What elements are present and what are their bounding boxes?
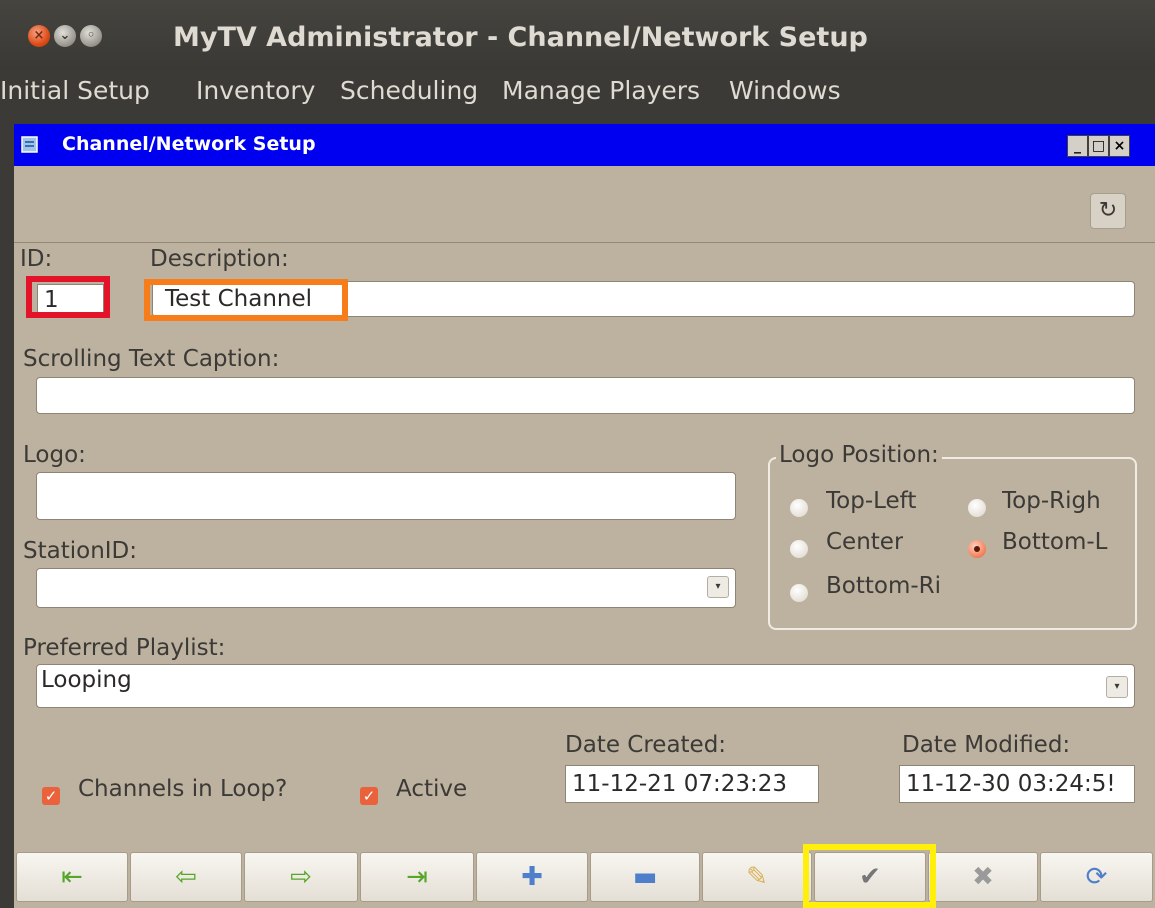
edit-record-button[interactable]: ✎ bbox=[702, 852, 812, 902]
dialog-toolbar: ↻ bbox=[14, 166, 1155, 243]
active-label: Active bbox=[396, 776, 468, 802]
first-record-button[interactable]: ⇤ bbox=[16, 852, 128, 902]
dialog-minimize-button[interactable]: _ bbox=[1067, 135, 1088, 157]
radio-selected-dot bbox=[974, 546, 980, 552]
window-close-button[interactable]: × bbox=[28, 25, 50, 47]
next-record-icon: ⇨ bbox=[290, 862, 312, 892]
channel-setup-window: Channel/Network Setup _ □ × ↻ ID: Descri… bbox=[14, 124, 1155, 908]
radio-center[interactable] bbox=[790, 540, 808, 558]
previous-record-button[interactable]: ⇦ bbox=[130, 852, 242, 902]
playlist-label: Preferred Playlist: bbox=[23, 635, 226, 661]
first-record-icon: ⇤ bbox=[61, 862, 83, 892]
menu-windows[interactable]: Windows bbox=[729, 76, 841, 105]
edit-icon: ✎ bbox=[746, 862, 768, 892]
dialog-close-button[interactable]: × bbox=[1109, 135, 1130, 157]
radio-bottom-left[interactable] bbox=[968, 540, 986, 558]
previous-record-icon: ⇦ bbox=[175, 862, 197, 892]
menu-scheduling[interactable]: Scheduling bbox=[340, 76, 478, 105]
add-record-button[interactable]: ✚ bbox=[476, 852, 588, 902]
logo-field[interactable] bbox=[36, 472, 736, 520]
radio-bottom-left-label: Bottom-L bbox=[1002, 529, 1108, 555]
document-icon bbox=[21, 136, 38, 153]
date-modified-field[interactable]: 11-12-30 03:24:5! bbox=[899, 765, 1135, 803]
delete-icon: ▬ bbox=[632, 862, 658, 892]
id-label: ID: bbox=[20, 246, 53, 272]
radio-center-label: Center bbox=[826, 529, 904, 555]
record-navigation-bar: ⇤ ⇦ ⇨ ⇥ ✚ ▬ ✎ ✔ ✖ ⟳ bbox=[14, 844, 1155, 908]
station-dropdown[interactable]: ▾ bbox=[36, 568, 736, 608]
checkmark-icon: ✓ bbox=[362, 787, 376, 805]
menu-inventory[interactable]: Inventory bbox=[196, 76, 315, 105]
menu-manage-players[interactable]: Manage Players bbox=[502, 76, 700, 105]
dialog-title: Channel/Network Setup bbox=[62, 133, 316, 155]
playlist-value: Looping bbox=[41, 667, 132, 693]
cancel-icon: ✖ bbox=[972, 862, 994, 892]
last-record-icon: ⇥ bbox=[406, 862, 428, 892]
dialog-maximize-button[interactable]: □ bbox=[1088, 135, 1109, 157]
next-record-button[interactable]: ⇨ bbox=[244, 852, 358, 902]
radio-bottom-right[interactable] bbox=[790, 584, 808, 602]
add-icon: ✚ bbox=[521, 862, 543, 892]
id-highlight bbox=[26, 276, 110, 318]
save-highlight bbox=[803, 844, 936, 908]
playlist-dropdown[interactable]: Looping ▾ bbox=[36, 664, 1135, 708]
description-highlight bbox=[144, 279, 348, 321]
window-title: MyTV Administrator - Channel/Network Set… bbox=[173, 22, 868, 53]
channels-in-loop-label: Channels in Loop? bbox=[78, 776, 288, 802]
dialog-titlebar: Channel/Network Setup _ □ × bbox=[14, 124, 1155, 166]
chevron-down-icon[interactable]: ▾ bbox=[1106, 676, 1128, 698]
logo-position-label: Logo Position: bbox=[776, 442, 942, 468]
refresh-button[interactable]: ↻ bbox=[1090, 193, 1126, 229]
chevron-down-icon[interactable]: ▾ bbox=[707, 576, 729, 598]
last-record-button[interactable]: ⇥ bbox=[360, 852, 474, 902]
window-minimize-button[interactable]: ⌄ bbox=[54, 25, 76, 47]
minimize-icon: ⌄ bbox=[59, 28, 71, 43]
close-icon: × bbox=[33, 28, 45, 43]
date-created-field[interactable]: 11-12-21 07:23:23 bbox=[565, 765, 819, 803]
menu-initial-setup[interactable]: Initial Setup bbox=[0, 76, 150, 105]
radio-top-right[interactable] bbox=[968, 499, 986, 517]
date-created-label: Date Created: bbox=[565, 732, 727, 758]
refresh-records-button[interactable]: ⟳ bbox=[1040, 852, 1153, 902]
refresh-icon: ⟳ bbox=[1085, 862, 1108, 892]
radio-top-left-label: Top-Left bbox=[826, 488, 917, 514]
checkmark-icon: ✓ bbox=[44, 787, 58, 805]
window-maximize-button[interactable]: ◦ bbox=[80, 25, 102, 47]
active-checkbox[interactable]: ✓ bbox=[360, 787, 378, 805]
radio-top-right-label: Top-Righ bbox=[1002, 488, 1100, 514]
maximize-icon: ◦ bbox=[86, 28, 96, 43]
caption-field[interactable] bbox=[36, 377, 1135, 414]
station-label: StationID: bbox=[23, 538, 138, 564]
logo-label: Logo: bbox=[23, 442, 86, 468]
radio-top-left[interactable] bbox=[790, 499, 808, 517]
date-modified-label: Date Modified: bbox=[902, 732, 1071, 758]
channels-in-loop-checkbox[interactable]: ✓ bbox=[42, 787, 60, 805]
radio-bottom-right-label: Bottom-Ri bbox=[826, 573, 942, 599]
window-titlebar: × ⌄ ◦ MyTV Administrator - Channel/Netwo… bbox=[0, 0, 1155, 70]
cancel-record-button[interactable]: ✖ bbox=[928, 852, 1038, 902]
delete-record-button[interactable]: ▬ bbox=[590, 852, 700, 902]
caption-label: Scrolling Text Caption: bbox=[23, 346, 280, 372]
menu-bar: Initial Setup Inventory Scheduling Manag… bbox=[0, 70, 1155, 120]
description-label: Description: bbox=[150, 246, 289, 272]
refresh-icon: ↻ bbox=[1098, 198, 1118, 223]
